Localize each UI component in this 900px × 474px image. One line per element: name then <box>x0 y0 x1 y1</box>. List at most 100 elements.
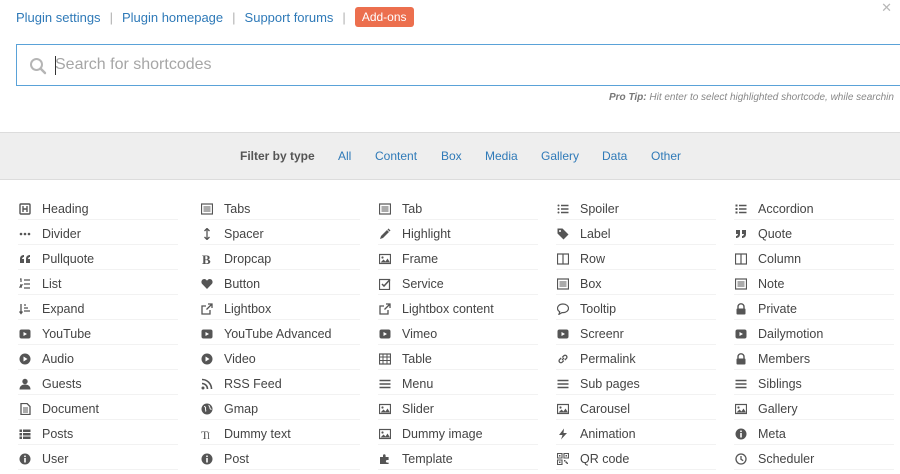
shortcode-item-expand[interactable]: Expand <box>18 298 178 320</box>
shortcode-item-frame[interactable]: Frame <box>378 248 538 270</box>
shortcode-item-qr-code[interactable]: QR code <box>556 448 716 470</box>
shortcode-item-tabs[interactable]: Tabs <box>200 198 360 220</box>
shortcode-item-youtube-advanced[interactable]: YouTube Advanced <box>200 323 360 345</box>
shortcode-item-siblings[interactable]: Siblings <box>734 373 894 395</box>
plugin-homepage-link[interactable]: Plugin homepage <box>122 10 223 25</box>
shortcode-item-post[interactable]: Post <box>200 448 360 470</box>
shortcode-item-tooltip[interactable]: Tooltip <box>556 298 716 320</box>
filter-box[interactable]: Box <box>441 149 462 163</box>
shortcode-item-members[interactable]: Members <box>734 348 894 370</box>
filter-data[interactable]: Data <box>602 149 627 163</box>
close-icon[interactable]: ✕ <box>881 0 892 16</box>
shortcode-label: Video <box>224 351 256 366</box>
shortcode-item-screenr[interactable]: Screenr <box>556 323 716 345</box>
shortcode-item-template[interactable]: Template <box>378 448 538 470</box>
shortcode-item-button[interactable]: Button <box>200 273 360 295</box>
shortcode-item-dropcap[interactable]: B Dropcap <box>200 248 360 270</box>
shortcode-item-guests[interactable]: Guests <box>18 373 178 395</box>
bars-icon <box>556 377 570 391</box>
addons-button[interactable]: Add-ons <box>354 7 414 27</box>
filter-all[interactable]: All <box>338 149 351 163</box>
shortcode-item-highlight[interactable]: Highlight <box>378 223 538 245</box>
filter-content[interactable]: Content <box>375 149 417 163</box>
shortcode-item-posts[interactable]: Posts <box>18 423 178 445</box>
shortcode-label: Slider <box>402 401 434 416</box>
shortcode-label: Dummy image <box>402 426 483 441</box>
shortcode-item-private[interactable]: Private <box>734 298 894 320</box>
shortcode-label: Highlight <box>402 226 451 241</box>
support-forums-link[interactable]: Support forums <box>245 10 334 25</box>
shortcode-item-pullquote[interactable]: Pullquote <box>18 248 178 270</box>
youtube-play-icon <box>18 327 32 341</box>
shortcode-item-table[interactable]: Table <box>378 348 538 370</box>
shortcode-label: Row <box>580 251 606 266</box>
shortcode-item-note[interactable]: Note <box>734 273 894 295</box>
arrows-v-icon <box>200 227 214 241</box>
shortcode-item-user[interactable]: User <box>18 448 178 470</box>
ellipsis-icon <box>18 227 32 241</box>
shortcode-item-animation[interactable]: Animation <box>556 423 716 445</box>
shortcode-item-divider[interactable]: Divider <box>18 223 178 245</box>
shortcode-item-rss-feed[interactable]: RSS Feed <box>200 373 360 395</box>
shortcode-item-meta[interactable]: Meta <box>734 423 894 445</box>
shortcode-item-sub-pages[interactable]: Sub pages <box>556 373 716 395</box>
shortcode-item-quote[interactable]: Quote <box>734 223 894 245</box>
shortcode-item-video[interactable]: Video <box>200 348 360 370</box>
filter-gallery[interactable]: Gallery <box>541 149 579 163</box>
shortcode-item-accordion[interactable]: Accordion <box>734 198 894 220</box>
filter-other[interactable]: Other <box>651 149 681 163</box>
shortcode-item-box[interactable]: Box <box>556 273 716 295</box>
search-icon <box>29 57 47 75</box>
shortcode-item-slider[interactable]: Slider <box>378 398 538 420</box>
shortcode-item-heading[interactable]: Heading <box>18 198 178 220</box>
shortcode-label: Dropcap <box>224 251 272 266</box>
shortcode-item-lightbox[interactable]: Lightbox <box>200 298 360 320</box>
shortcode-label: Divider <box>42 226 81 241</box>
tag-icon <box>556 227 570 241</box>
shortcode-item-vimeo[interactable]: Vimeo <box>378 323 538 345</box>
shortcode-item-menu[interactable]: Menu <box>378 373 538 395</box>
shortcode-item-scheduler[interactable]: Scheduler <box>734 448 894 470</box>
shortcode-item-row[interactable]: Row <box>556 248 716 270</box>
link-separator: | <box>342 9 346 25</box>
shortcode-item-lightbox-content[interactable]: Lightbox content <box>378 298 538 320</box>
shortcode-label: Scheduler <box>758 451 815 466</box>
shortcode-item-spoiler[interactable]: Spoiler <box>556 198 716 220</box>
shortcode-item-permalink[interactable]: Permalink <box>556 348 716 370</box>
lock-icon <box>734 352 748 366</box>
search-input[interactable] <box>53 45 893 85</box>
shortcode-item-tab[interactable]: Tab <box>378 198 538 220</box>
shortcode-item-service[interactable]: Service <box>378 273 538 295</box>
shortcode-label: Siblings <box>758 376 802 391</box>
shortcode-item-dailymotion[interactable]: Dailymotion <box>734 323 894 345</box>
shortcode-item-youtube[interactable]: YouTube <box>18 323 178 345</box>
filter-media[interactable]: Media <box>485 149 518 163</box>
th-list-icon <box>18 427 32 441</box>
shortcode-item-gallery[interactable]: Gallery <box>734 398 894 420</box>
shortcode-label: Menu <box>402 376 434 391</box>
top-links: Plugin settings | Plugin homepage | Supp… <box>16 6 414 28</box>
pencil-icon <box>378 227 392 241</box>
shortcode-item-list[interactable]: List <box>18 273 178 295</box>
shortcode-label: Button <box>224 276 261 291</box>
shortcode-label: Gallery <box>758 401 798 416</box>
shortcode-item-label[interactable]: Label <box>556 223 716 245</box>
check-square-icon <box>378 277 392 291</box>
shortcode-item-spacer[interactable]: Spacer <box>200 223 360 245</box>
youtube-play-icon <box>734 327 748 341</box>
shortcode-item-audio[interactable]: Audio <box>18 348 178 370</box>
shortcode-label: Members <box>758 351 811 366</box>
shortcode-item-carousel[interactable]: Carousel <box>556 398 716 420</box>
search-box <box>16 44 900 86</box>
shortcode-item-column[interactable]: Column <box>734 248 894 270</box>
shortcode-item-dummy-text[interactable]: T I Dummy text <box>200 423 360 445</box>
pro-tip-text: Hit enter to select highlighted shortcod… <box>646 92 894 103</box>
shortcode-item-dummy-image[interactable]: Dummy image <box>378 423 538 445</box>
shortcode-item-document[interactable]: Document <box>18 398 178 420</box>
user-icon <box>18 377 32 391</box>
plugin-settings-link[interactable]: Plugin settings <box>16 10 101 25</box>
shortcode-item-gmap[interactable]: Gmap <box>200 398 360 420</box>
shortcode-label: Guests <box>42 376 82 391</box>
shortcode-label: Tooltip <box>580 301 617 316</box>
svg-text:B: B <box>202 253 211 265</box>
